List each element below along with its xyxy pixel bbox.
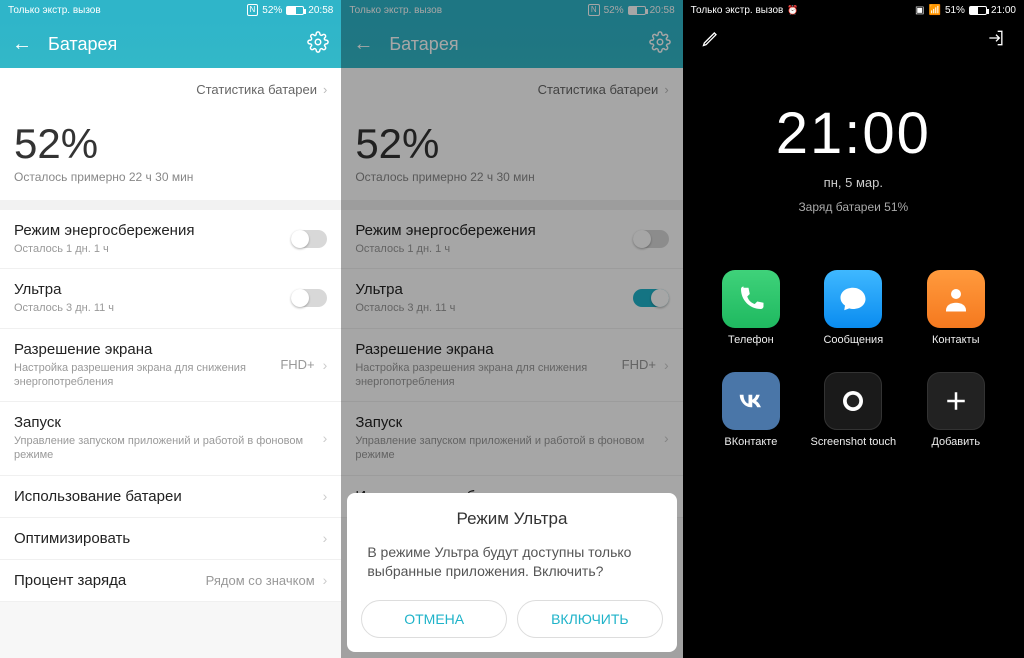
battery-pct: 52% — [262, 5, 282, 16]
app-contacts[interactable]: Контакты — [927, 270, 985, 346]
row-battery-percent[interactable]: Процент заряда Рядом со значком› — [0, 560, 341, 602]
cancel-button[interactable]: ОТМЕНА — [361, 600, 507, 638]
chevron-right-icon: › — [323, 82, 327, 97]
chevron-right-icon: › — [323, 530, 328, 546]
edit-icon[interactable] — [701, 28, 721, 53]
chevron-right-icon: › — [323, 572, 328, 588]
battery-remaining: Осталось примерно 22 ч 30 мин — [14, 170, 327, 184]
app-messages[interactable]: Сообщения — [823, 270, 883, 346]
ultra-mode-dialog: Режим Ультра В режиме Ультра будут досту… — [347, 493, 676, 652]
app-grid: Телефон Сообщения Контакты ВКонтакте Scr… — [683, 270, 1024, 448]
app-vk[interactable]: ВКонтакте — [722, 372, 780, 448]
contacts-icon — [927, 270, 985, 328]
toolbar: ← Батарея — [0, 20, 341, 68]
clock: 21:00 — [991, 5, 1016, 16]
chevron-right-icon: › — [323, 488, 328, 504]
screen-battery-1: Только экстр. вызов N 52% 20:58 ← Батаре… — [0, 0, 341, 658]
row-launch[interactable]: ЗапускУправление запуском приложений и р… — [0, 402, 341, 476]
page-title: Батарея — [48, 34, 291, 55]
status-bar: Только экстр. вызов N 52% 20:58 — [0, 0, 341, 20]
dialog-body: В режиме Ультра будут доступны только вы… — [361, 543, 662, 582]
toggle-power-saving[interactable] — [291, 230, 327, 248]
row-usage[interactable]: Использование батареи › — [0, 476, 341, 518]
battery-stats-link[interactable]: Статистика батареи› — [0, 68, 341, 110]
chevron-right-icon: › — [323, 357, 328, 373]
exit-icon[interactable] — [986, 28, 1006, 53]
battery-icon — [969, 6, 987, 15]
app-phone[interactable]: Телефон — [722, 270, 780, 346]
lock-clock: 21:00 пн, 5 мар. Заряд батареи 51% — [683, 100, 1024, 214]
app-add[interactable]: Добавить — [927, 372, 985, 448]
message-icon — [824, 270, 882, 328]
nfc-icon: N — [247, 4, 259, 16]
clock-charge: Заряд батареи 51% — [683, 200, 1024, 214]
screen-battery-2-dialog: Только экстр. вызов N 52% 20:58 ← Батаре… — [341, 0, 682, 658]
status-bar: Только экстр. вызов ▣ 📶 51% 21:00 — [683, 0, 1024, 20]
app-screenshot[interactable]: Screenshot touch — [811, 372, 897, 448]
row-resolution[interactable]: Разрешение экранаНастройка разрешения эк… — [0, 329, 341, 403]
battery-pct: 51% — [945, 5, 965, 16]
camera-icon — [824, 372, 882, 430]
carrier-text: Только экстр. вызов — [691, 5, 799, 16]
alarm-icon — [783, 5, 798, 16]
wifi-icon: 📶 — [928, 5, 940, 16]
cast-icon: ▣ — [915, 5, 924, 16]
row-power-saving[interactable]: Режим энергосбереженияОсталось 1 дн. 1 ч — [0, 210, 341, 269]
toggle-ultra[interactable] — [291, 289, 327, 307]
content: Статистика батареи› 52% Осталось примерн… — [0, 68, 341, 658]
gear-icon[interactable] — [307, 31, 329, 58]
enable-button[interactable]: ВКЛЮЧИТЬ — [517, 600, 663, 638]
carrier-text: Только экстр. вызов — [8, 5, 101, 16]
clock: 20:58 — [308, 5, 333, 16]
row-optimize[interactable]: Оптимизировать › — [0, 518, 341, 560]
back-icon[interactable]: ← — [12, 33, 32, 56]
vk-icon — [722, 372, 780, 430]
plus-icon — [927, 372, 985, 430]
clock-date: пн, 5 мар. — [683, 175, 1024, 190]
screen-ultra-home: Только экстр. вызов ▣ 📶 51% 21:00 21:00 … — [683, 0, 1024, 658]
dialog-title: Режим Ультра — [361, 509, 662, 529]
battery-big-pct: 52% — [14, 120, 327, 168]
battery-summary: 52% Осталось примерно 22 ч 30 мин — [0, 110, 341, 200]
battery-icon — [286, 6, 304, 15]
row-ultra[interactable]: УльтраОсталось 3 дн. 11 ч — [0, 269, 341, 328]
phone-icon — [722, 270, 780, 328]
ultra-topbar — [683, 20, 1024, 60]
clock-time: 21:00 — [683, 100, 1024, 167]
chevron-right-icon: › — [323, 430, 328, 446]
